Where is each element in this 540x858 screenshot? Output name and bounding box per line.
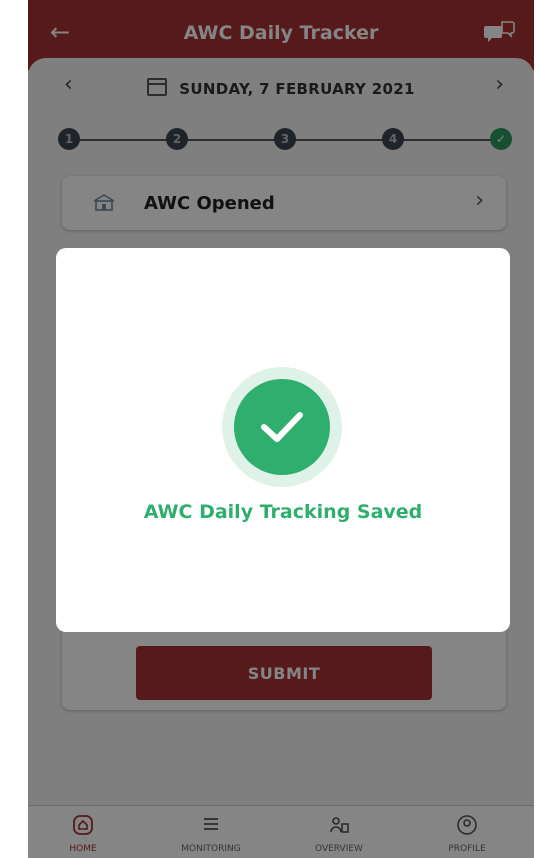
success-message: AWC Daily Tracking Saved bbox=[143, 501, 423, 523]
screenshot-margin-left bbox=[0, 0, 28, 858]
check-circle-icon bbox=[234, 379, 330, 475]
success-dialog: AWC Daily Tracking Saved bbox=[56, 248, 510, 632]
screenshot-margin-right bbox=[534, 0, 540, 858]
